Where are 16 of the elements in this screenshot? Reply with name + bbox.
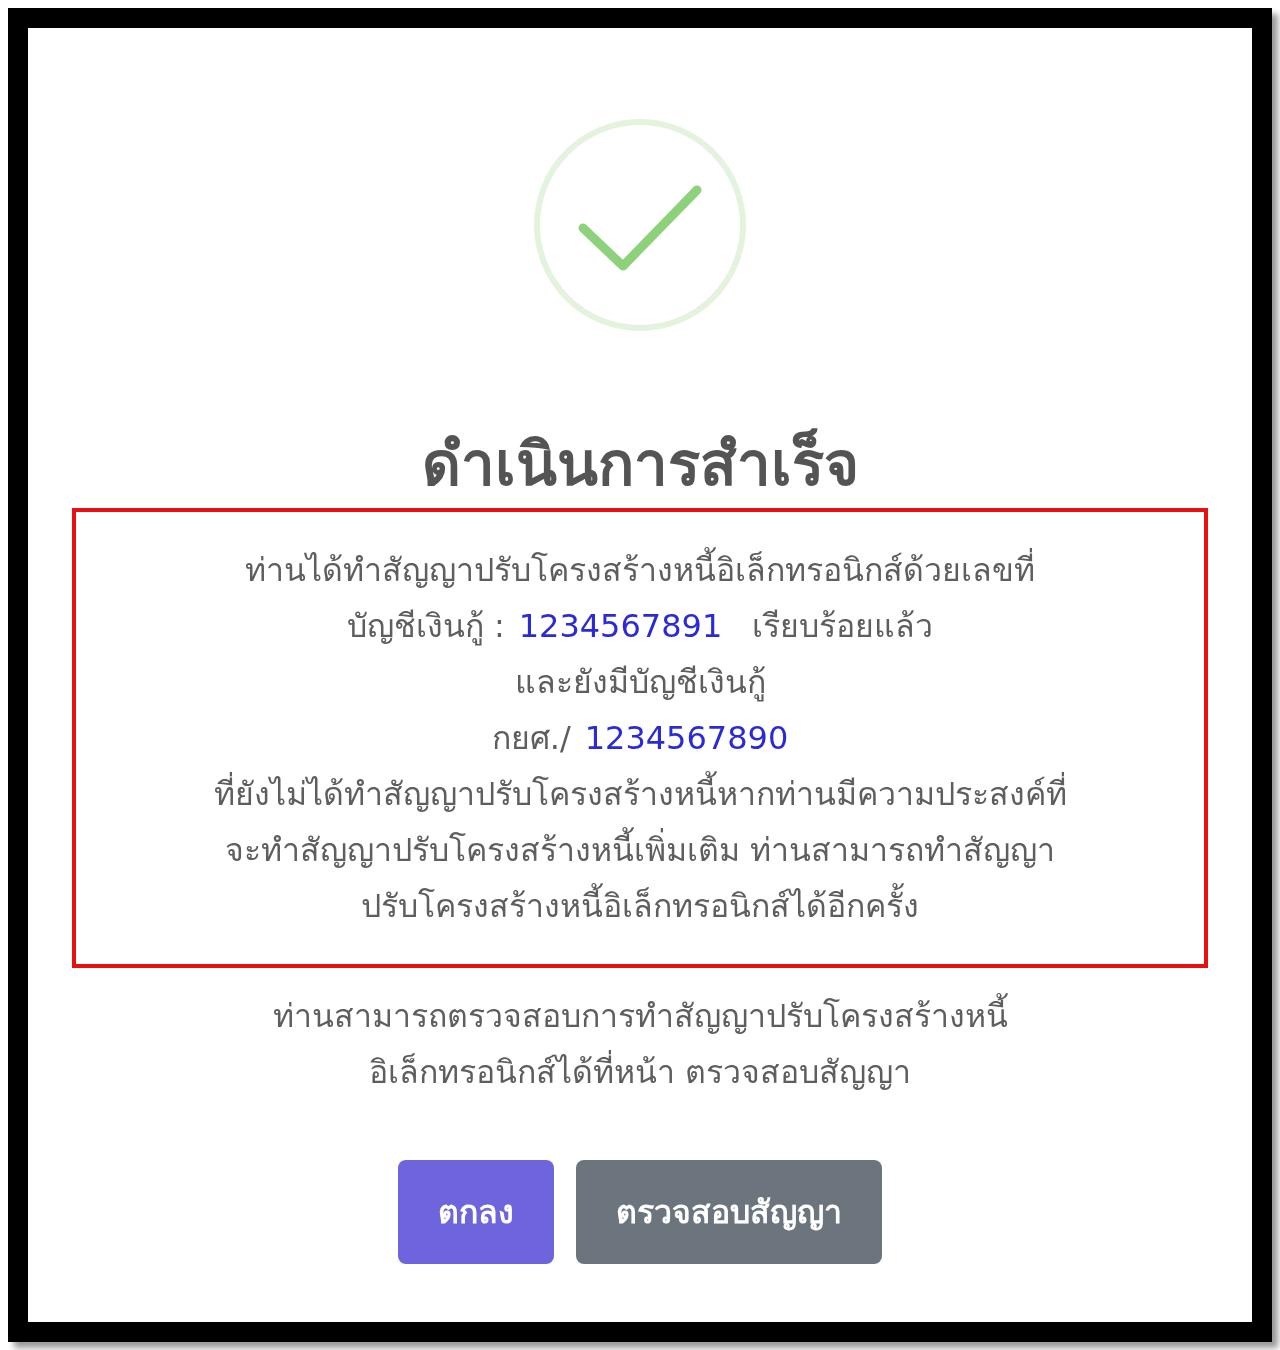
account-label: บัญชีเงินกู้ : <box>346 606 505 648</box>
success-check-icon <box>533 118 747 332</box>
info-text: ท่านสามารถตรวจสอบการทำสัญญาปรับโครงสร้างหนี้ <box>272 988 1008 1044</box>
notice-text: ท่านได้ทำสัญญาปรับโครงสร้างหนี้อิเล็กทรอนิกส์ด้วยเลขที่ <box>245 542 1035 598</box>
account-label: กยศ./ <box>491 718 571 759</box>
dialog-title: ดำเนินการสำเร็จ <box>421 427 859 501</box>
check-contract-button[interactable]: ตรวจสอบสัญญา <box>576 1160 882 1264</box>
account-number: 1234567891 <box>518 606 723 647</box>
notice-text: และยังมีบัญชีเงินกู้ <box>514 662 766 704</box>
account-number: 1234567890 <box>584 718 789 759</box>
notice-text: ที่ยังไม่ได้ทำสัญญาปรับโครงสร้างหนี้หากท่านมีความประสงค์ที่ <box>213 766 1067 822</box>
ok-button[interactable]: ตกลง <box>398 1160 554 1264</box>
notice-text: จะทำสัญญาปรับโครงสร้างหนี้เพิ่มเติม ท่านสามารถทำสัญญา <box>224 822 1056 878</box>
info-text: อิเล็กทรอนิกส์ได้ที่หน้า ตรวจสอบสัญญา <box>368 1044 912 1100</box>
notice-text: ปรับโครงสร้างหนี้อิเล็กทรอนิกส์ได้อีกครั้ง <box>361 878 919 934</box>
status-text: เรียบร้อยแล้ว <box>752 606 934 647</box>
